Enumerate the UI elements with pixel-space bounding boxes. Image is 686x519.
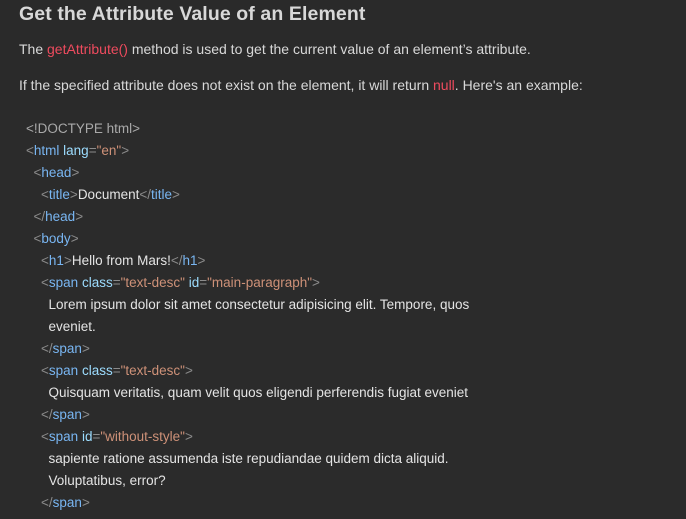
- code-line: <h1>Hello from Mars!</h1>: [41, 253, 206, 268]
- code-string: "main-paragraph": [207, 275, 313, 290]
- code-line: </span>: [41, 495, 90, 510]
- code-text: Document: [77, 187, 140, 202]
- code-attr: class: [81, 363, 113, 378]
- code-attr: id: [188, 275, 200, 290]
- intro-paragraph: The getAttribute() method is used to get…: [19, 41, 531, 57]
- code-tag: span: [48, 363, 79, 378]
- null-text-suffix: . Here's an example:: [454, 77, 583, 93]
- code-doctype: <!DOCTYPE html>: [26, 121, 141, 136]
- code-line: sapiente ratione assumenda iste repudian…: [26, 448, 449, 470]
- code-text: Lorem ipsum dolor sit amet consectetur a…: [48, 297, 470, 312]
- code-tag: head: [41, 165, 72, 180]
- intro-text-suffix: method is used to get the current value …: [127, 41, 531, 57]
- code-tag: span: [52, 495, 82, 510]
- intro-text-prefix: The: [19, 41, 48, 57]
- code-line: Voluptatibus, error?: [26, 470, 166, 492]
- article: Get the Attribute Value of an Element Th…: [0, 0, 686, 519]
- code-line: Lorem ipsum dolor sit amet consectetur a…: [26, 294, 470, 316]
- null-text-prefix: If the specified attribute does not exis…: [19, 77, 433, 93]
- code-tag: title: [150, 187, 172, 202]
- code-tag: span: [52, 407, 82, 422]
- code-line: <body>: [33, 231, 79, 246]
- article-title: Get the Attribute Value of an Element: [19, 3, 366, 25]
- code-text: sapiente ratione assumenda iste repudian…: [48, 451, 449, 466]
- code-tag: h1: [48, 253, 64, 268]
- code-text: Voluptatibus, error?: [48, 473, 166, 488]
- code-text: Quisquam veritatis, quam velit quos elig…: [48, 385, 468, 400]
- code-tag: span: [48, 429, 79, 444]
- code-string: "text-desc": [120, 363, 185, 378]
- code-tag: span: [52, 341, 82, 356]
- code-line: </span>: [41, 407, 90, 422]
- code-tag: title: [48, 187, 70, 202]
- code-tag: span: [48, 275, 79, 290]
- code-line: <html lang="en">: [26, 143, 130, 158]
- code-attr: class: [81, 275, 113, 290]
- code-block[interactable]: <!DOCTYPE html> <html lang="en"> <head> …: [0, 110, 686, 519]
- code-attr: lang: [63, 143, 89, 158]
- code-line: <span class="text-desc" id="main-paragra…: [41, 275, 320, 290]
- inline-code-getattribute: getAttribute(): [47, 41, 128, 57]
- code-tag: body: [41, 231, 71, 246]
- code-string: "en": [96, 143, 122, 158]
- code-text: eveniet.: [48, 319, 96, 334]
- null-paragraph: If the specified attribute does not exis…: [19, 77, 583, 93]
- code-line: eveniet.: [26, 316, 96, 338]
- code-line: <title>Document</title>: [41, 187, 180, 202]
- code-line: </span>: [41, 341, 90, 356]
- code-tag: html: [33, 143, 60, 158]
- inline-code-null: null: [433, 77, 455, 93]
- code-line: <head>: [33, 165, 80, 180]
- code-string: "text-desc": [120, 275, 185, 290]
- code-tag: h1: [182, 253, 198, 268]
- code-line: <span id="without-style">: [41, 429, 193, 444]
- code-line: Quisquam veritatis, quam velit quos elig…: [26, 382, 468, 404]
- code-text: Hello from Mars!: [71, 253, 171, 268]
- code-tag: head: [45, 209, 76, 224]
- code-string: "without-style": [100, 429, 185, 444]
- code-attr: id: [81, 429, 93, 444]
- code-line: </head>: [33, 209, 84, 224]
- code-line: <!DOCTYPE html>: [26, 118, 140, 140]
- code-line: <span class="text-desc">: [41, 363, 193, 378]
